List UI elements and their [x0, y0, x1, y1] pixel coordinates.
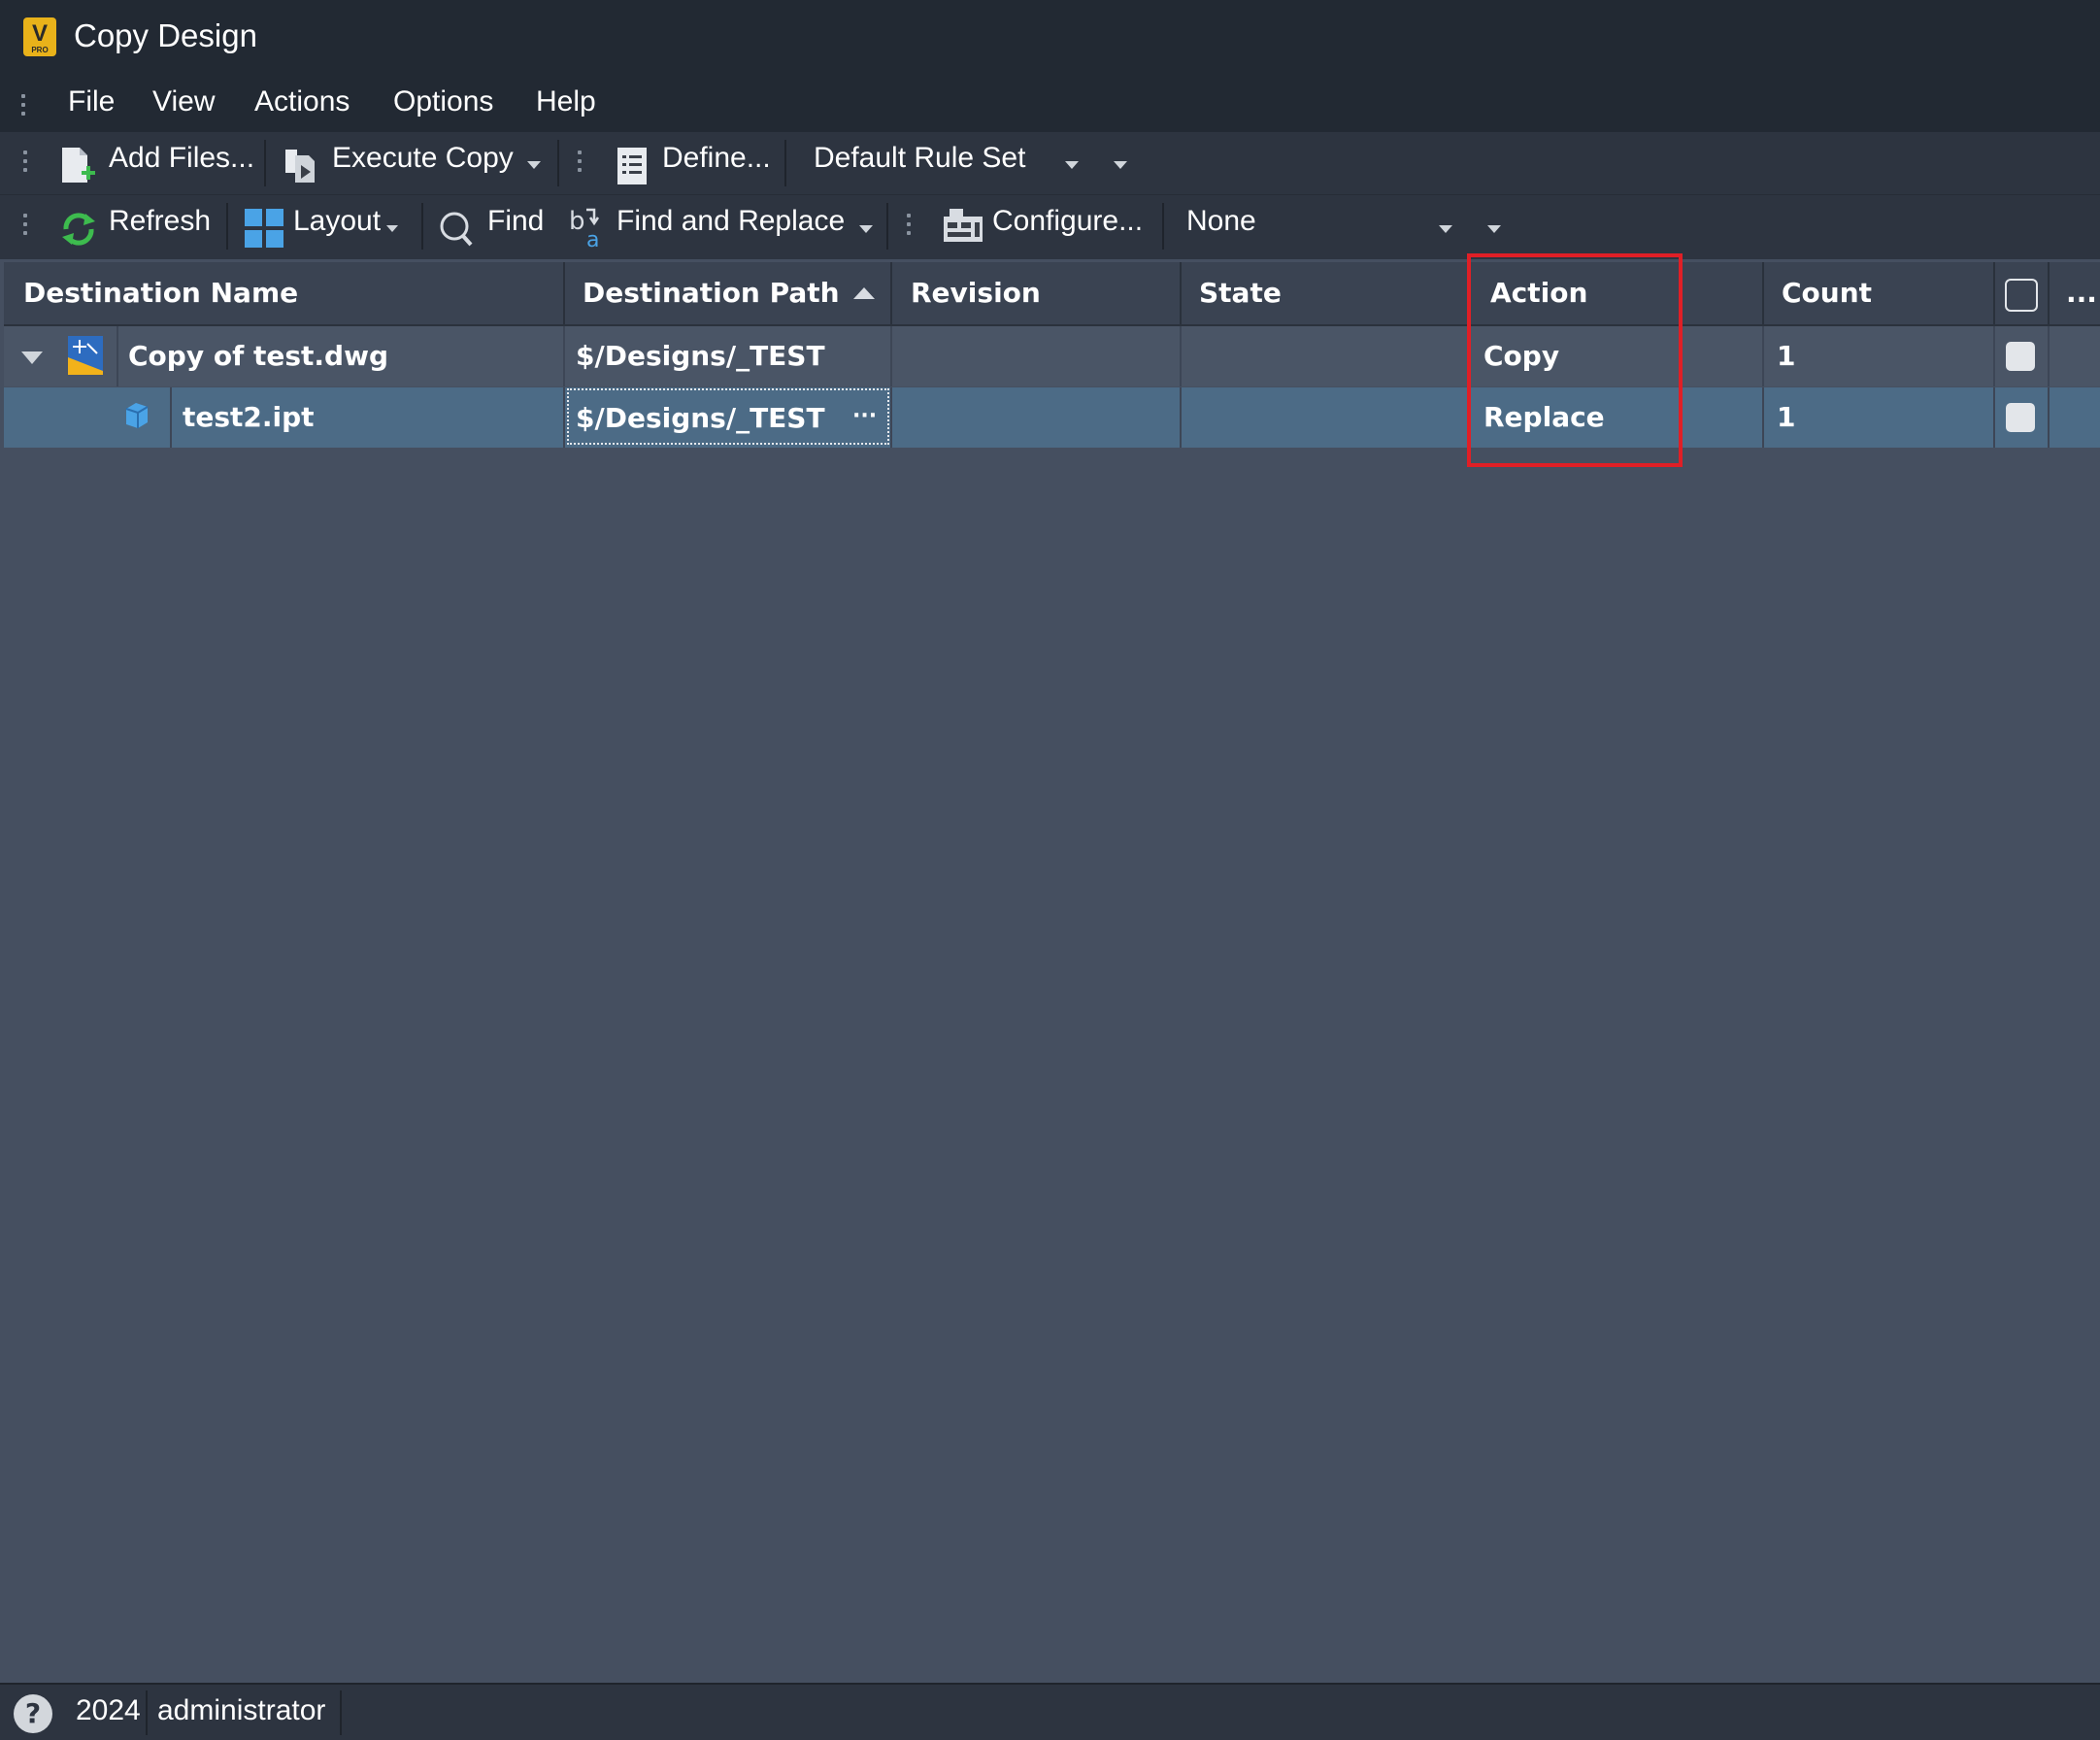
toolbar-grip-handle-2[interactable]: [578, 146, 583, 177]
col-header-state[interactable]: State: [1199, 262, 1282, 324]
layout-grid-icon: [245, 209, 283, 248]
path-edit-cell[interactable]: $/Designs/_TEST ···: [567, 388, 889, 445]
add-files-label: Add Files...: [109, 142, 255, 174]
svg-text:a: a: [586, 228, 599, 249]
browse-path-button[interactable]: ···: [852, 386, 877, 447]
vault-logo-icon: V PRO: [23, 17, 56, 56]
secondary-toolbar: Refresh Layout Find b a Find and Replace: [0, 195, 2100, 259]
dwg-file-icon: [68, 336, 103, 375]
refresh-icon: [62, 213, 95, 246]
layout-chevron-down-icon: [386, 225, 398, 232]
search-icon: [440, 212, 473, 247]
toolbar-overflow-icon[interactable]: [1114, 161, 1127, 169]
menu-options[interactable]: Options: [393, 85, 493, 118]
title-bar: V PRO Copy Design: [0, 0, 2100, 80]
toolbar2-grip-handle-2[interactable]: [907, 209, 913, 240]
collapse-chevron-icon[interactable]: [21, 351, 43, 364]
row-checkbox[interactable]: [2006, 403, 2035, 432]
action-column-highlight: [1467, 253, 1683, 467]
add-file-icon: [62, 148, 95, 183]
menu-view[interactable]: View: [152, 85, 215, 118]
row-destination-path[interactable]: $/Designs/_TEST: [576, 326, 825, 386]
row-checkbox[interactable]: [2006, 342, 2035, 371]
menu-file[interactable]: File: [68, 85, 115, 118]
table-row[interactable]: Copy of test.dwg $/Designs/_TEST Copy 1: [4, 326, 2100, 386]
row-count: 1: [1777, 401, 1796, 433]
row-count: 1: [1777, 340, 1796, 372]
rule-set-value: Default Rule Set: [814, 142, 1026, 174]
help-icon[interactable]: ?: [14, 1694, 52, 1733]
menu-bar: File View Actions Options Help: [0, 80, 2100, 132]
find-replace-label: Find and Replace: [617, 205, 846, 237]
row-destination-path[interactable]: $/Designs/_TEST: [576, 388, 825, 449]
find-replace-dropdown-icon[interactable]: [859, 225, 873, 233]
configure-label: Configure...: [992, 205, 1144, 237]
ipt-part-icon: [125, 403, 149, 428]
status-user: administrator: [157, 1694, 326, 1726]
menu-grip-handle[interactable]: [21, 89, 27, 120]
filter-value: None: [1186, 205, 1256, 237]
configure-icon: [944, 209, 983, 242]
table-row[interactable]: test2.ipt $/Designs/_TEST ··· Replace 1: [4, 387, 2100, 448]
toolbar2-grip-handle[interactable]: [23, 209, 29, 240]
column-chooser-button[interactable]: ...: [2066, 262, 2097, 324]
find-replace-icon: b a: [569, 207, 599, 249]
define-list-icon: [617, 148, 647, 184]
svg-text:b: b: [569, 207, 585, 236]
select-all-checkbox[interactable]: [2005, 279, 2038, 312]
sort-ascending-icon: [853, 287, 875, 299]
execute-copy-label: Execute Copy: [332, 142, 514, 174]
menu-actions[interactable]: Actions: [254, 85, 350, 118]
layout-label: Layout: [293, 205, 382, 237]
col-header-revision[interactable]: Revision: [911, 262, 1041, 324]
status-bar: ? 2024 administrator: [0, 1683, 2100, 1740]
filter-chevron-down-icon: [1439, 225, 1452, 233]
menu-help[interactable]: Help: [536, 85, 596, 118]
refresh-label: Refresh: [109, 205, 212, 237]
status-year: 2024: [76, 1694, 141, 1726]
main-toolbar: Add Files... Execute Copy Define... Defa…: [0, 132, 2100, 195]
col-header-destination-name[interactable]: Destination Name: [23, 262, 298, 324]
find-label: Find: [487, 205, 545, 237]
define-label: Define...: [662, 142, 771, 174]
col-header-destination-path[interactable]: Destination Path: [583, 262, 840, 324]
row-destination-name: Copy of test.dwg: [128, 340, 389, 372]
execute-copy-icon: [285, 150, 315, 183]
grid-header: Destination Name Destination Path Revisi…: [4, 262, 2100, 326]
window-title: Copy Design: [74, 17, 257, 53]
rule-set-chevron-down-icon: [1065, 161, 1079, 169]
col-header-count[interactable]: Count: [1782, 262, 1872, 324]
execute-copy-dropdown-icon[interactable]: [527, 161, 541, 169]
toolbar-grip-handle[interactable]: [23, 146, 29, 177]
toolbar2-overflow-icon[interactable]: [1487, 225, 1501, 233]
row-destination-name: test2.ipt: [183, 401, 315, 433]
